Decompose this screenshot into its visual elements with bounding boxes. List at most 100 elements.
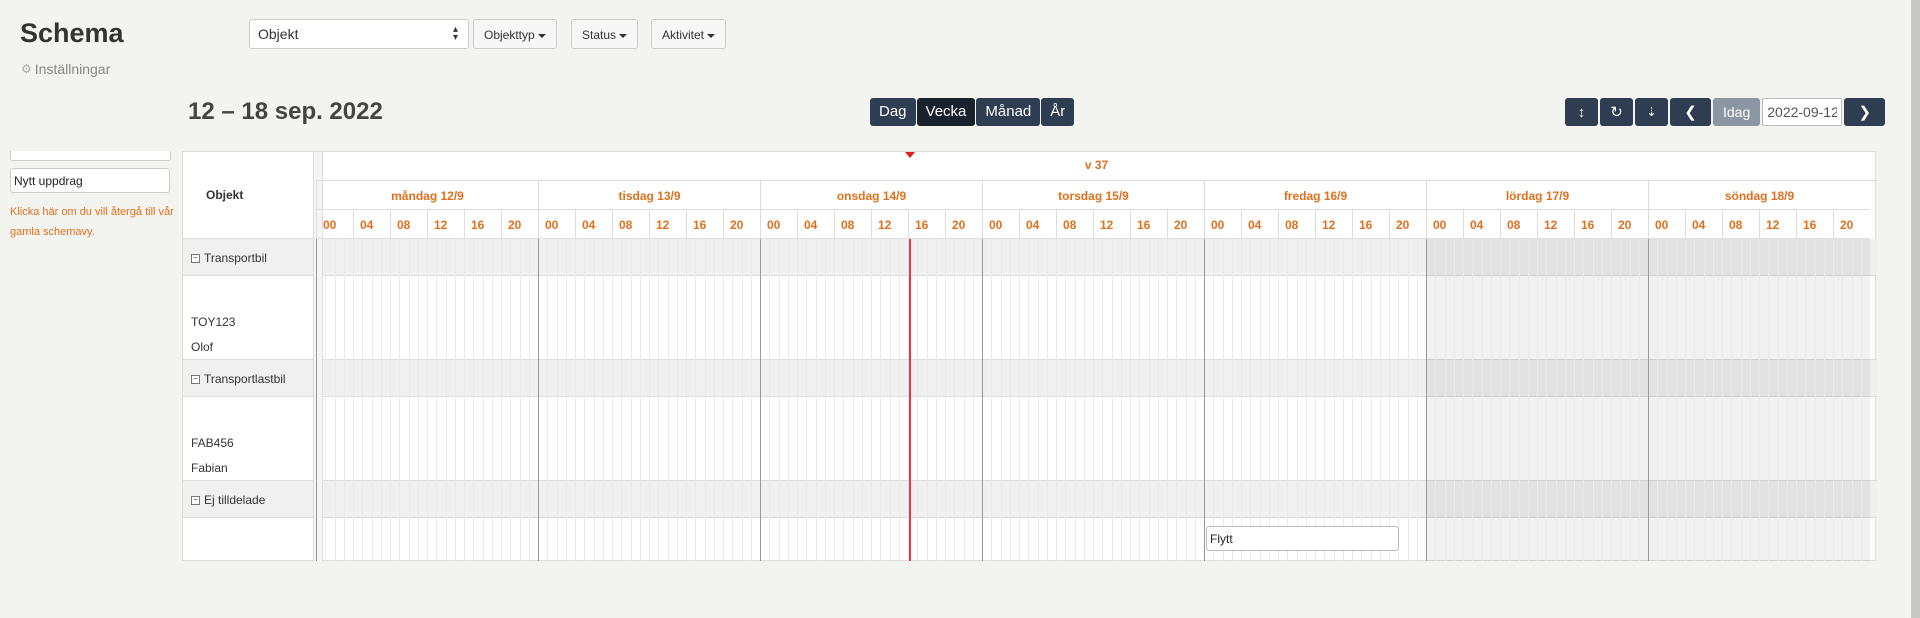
- status-dropdown[interactable]: Status: [571, 19, 639, 49]
- hour-gridline: [1546, 239, 1547, 561]
- previous-button[interactable]: ❮: [1670, 98, 1711, 126]
- hour-header: 12: [871, 210, 908, 239]
- new-task-input[interactable]: Nytt uppdrag: [10, 168, 170, 193]
- hour-gridline: [612, 239, 613, 561]
- objecttype-dropdown[interactable]: Objekttyp: [473, 19, 557, 49]
- event-flytt[interactable]: Flytt: [1206, 526, 1399, 551]
- hour-gridline: [1852, 239, 1853, 561]
- hour-gridline: [1380, 239, 1381, 561]
- hour-header: 04: [353, 210, 390, 239]
- hour-header: 20: [1611, 210, 1648, 239]
- hour-gridline: [399, 239, 400, 561]
- hour-gridline: [797, 239, 798, 561]
- activity-label: Aktivitet: [662, 28, 705, 42]
- hour-gridline: [658, 239, 659, 561]
- hour-gridline: [1269, 239, 1270, 561]
- search-field[interactable]: [10, 151, 171, 161]
- hour-gridline: [1657, 239, 1658, 561]
- hour-gridline: [594, 239, 595, 561]
- hour-gridline: [390, 239, 391, 561]
- hour-header: 16: [686, 210, 723, 239]
- caret-down-icon: [537, 33, 546, 38]
- old-view-link[interactable]: Klicka här om du vill återgå till vår ga…: [10, 202, 175, 242]
- hour-header: 04: [1241, 210, 1278, 239]
- hour-gridline: [362, 239, 363, 561]
- hour-header: 00: [982, 210, 1019, 239]
- hour-header: 08: [612, 210, 649, 239]
- next-button[interactable]: ❯: [1844, 98, 1886, 126]
- hour-gridline: [483, 239, 484, 561]
- scrollbar-thumb[interactable]: [1911, 0, 1920, 618]
- hour-gridline: [1075, 239, 1076, 561]
- hour-gridline: [1805, 239, 1806, 561]
- hour-gridline: [1454, 239, 1455, 561]
- hour-gridline: [1047, 239, 1048, 561]
- hour-gridline: [1722, 239, 1723, 561]
- hour-gridline: [455, 239, 456, 561]
- gear-icon: ⚙: [21, 62, 32, 76]
- collapse-icon[interactable]: −: [191, 375, 200, 385]
- view-month-button[interactable]: Månad: [976, 98, 1041, 126]
- hour-gridline: [1093, 239, 1094, 561]
- group-row-unassigned[interactable]: − Ej tilldelade: [183, 481, 314, 518]
- hour-gridline: [732, 239, 733, 561]
- hour-gridline: [862, 239, 863, 561]
- collapse-icon[interactable]: −: [191, 496, 200, 506]
- object-row-unassigned[interactable]: [183, 518, 314, 561]
- hour-gridline: [520, 239, 521, 561]
- collapse-icon[interactable]: −: [191, 254, 200, 264]
- hour-gridline: [1667, 239, 1668, 561]
- hour-gridline: [1038, 239, 1039, 561]
- view-week-button[interactable]: Vecka: [916, 98, 976, 126]
- hour-gridline: [668, 239, 669, 561]
- hour-gridline: [1842, 239, 1843, 561]
- hour-gridline: [825, 239, 826, 561]
- hour-gridline: [427, 239, 428, 561]
- settings-label: Inställningar: [34, 61, 111, 77]
- hour-gridline: [1731, 239, 1732, 561]
- object-row-fab456[interactable]: FAB456 Fabian: [183, 397, 314, 481]
- group-row-transportbil[interactable]: − Transportbil: [183, 239, 314, 276]
- hour-gridline: [418, 239, 419, 561]
- expand-rows-button[interactable]: ↕: [1565, 98, 1598, 126]
- hour-gridline: [1343, 239, 1344, 561]
- hour-gridline: [1796, 239, 1797, 561]
- view-year-button[interactable]: År: [1041, 98, 1075, 126]
- date-range-title: 12 – 18 sep. 2022: [188, 98, 383, 125]
- hour-gridline: [1260, 239, 1261, 561]
- hour-header: 08: [1056, 210, 1093, 239]
- hour-gridline: [1398, 239, 1399, 561]
- page-scrollbar[interactable]: [1911, 0, 1920, 618]
- hour-gridline: [1815, 239, 1816, 561]
- hour-gridline: [1241, 239, 1242, 561]
- collapse-rows-button[interactable]: ⇣: [1635, 98, 1668, 126]
- hour-gridline: [1639, 239, 1640, 561]
- view-day-button[interactable]: Dag: [870, 98, 916, 126]
- object-select[interactable]: Objekt ▴ ▾: [249, 19, 469, 49]
- activity-dropdown[interactable]: Aktivitet: [651, 19, 727, 49]
- hour-gridline: [1102, 239, 1103, 561]
- hour-header: 20: [501, 210, 538, 239]
- today-button[interactable]: Idag: [1713, 98, 1761, 126]
- hour-gridline: [1232, 239, 1233, 561]
- hour-gridline: [1149, 239, 1150, 561]
- day-divider: [982, 239, 983, 561]
- hour-gridline: [1019, 239, 1020, 561]
- group-row-transportlastbil[interactable]: − Transportlastbil: [183, 360, 314, 397]
- date-input[interactable]: [1762, 98, 1843, 126]
- hour-header: 00: [1204, 210, 1241, 239]
- current-time-marker: [905, 152, 915, 158]
- hour-gridline: [871, 239, 872, 561]
- settings-link[interactable]: ⚙ Inställningar: [21, 61, 110, 77]
- hour-gridline: [853, 239, 854, 561]
- refresh-button[interactable]: ↻: [1600, 98, 1633, 126]
- object-row-toy123[interactable]: TOY123 Olof: [183, 276, 314, 360]
- hour-gridline: [1028, 239, 1029, 561]
- hour-gridline: [1389, 239, 1390, 561]
- hour-gridline: [1010, 239, 1011, 561]
- object-driver: Olof: [191, 340, 214, 354]
- hour-gridline: [1482, 239, 1483, 561]
- hour-gridline: [1472, 239, 1473, 561]
- day-header: lördag 17/9: [1426, 181, 1648, 210]
- hour-gridline: [1186, 239, 1187, 561]
